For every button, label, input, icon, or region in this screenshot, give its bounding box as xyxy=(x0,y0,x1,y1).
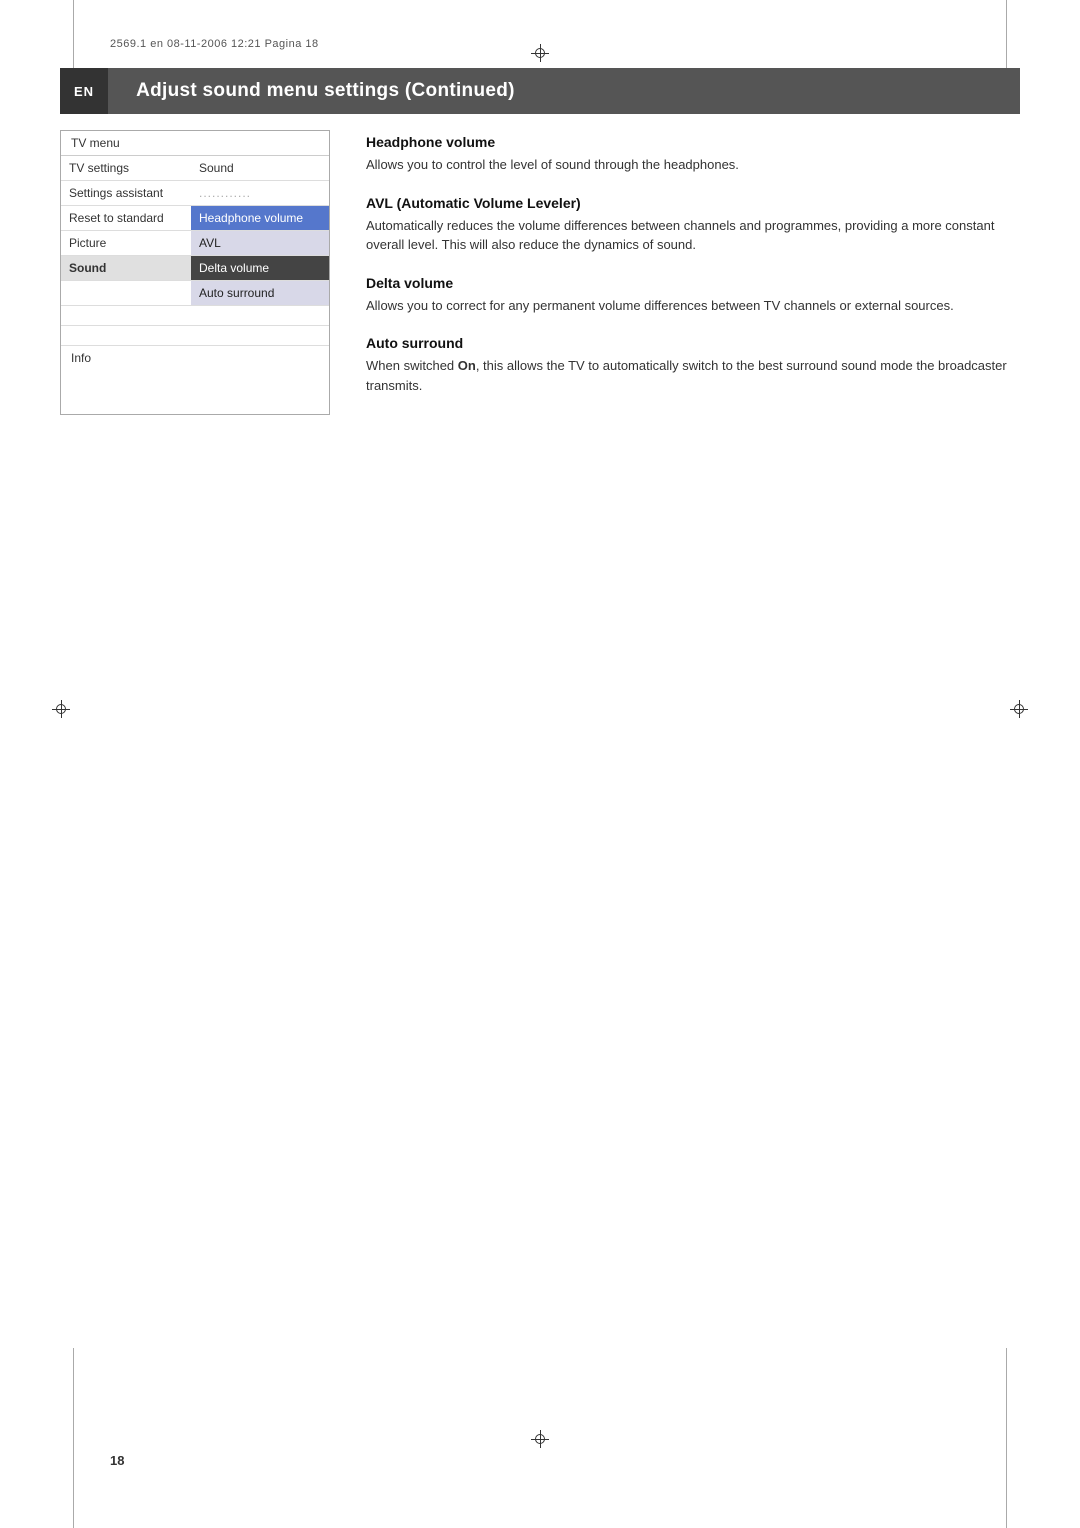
crosshair-right xyxy=(1010,700,1028,718)
descriptions-panel: Headphone volume Allows you to control t… xyxy=(366,130,1020,415)
menu-item-delta-volume[interactable]: Delta volume xyxy=(191,256,329,280)
desc-avl: AVL (Automatic Volume Leveler) Automatic… xyxy=(366,195,1020,255)
menu-item-tv-settings[interactable]: TV settings xyxy=(61,156,191,180)
crosshair-left xyxy=(52,700,70,718)
menu-row: Sound Delta volume xyxy=(61,256,329,281)
menu-item-dots: ............ xyxy=(191,181,329,205)
page-title: Adjust sound menu settings (Continued) xyxy=(136,80,515,102)
vline-right-bottom xyxy=(1006,1348,1007,1528)
menu-item-headphone-volume[interactable]: Headphone volume xyxy=(191,206,329,230)
menu-item-avl[interactable]: AVL xyxy=(191,231,329,255)
main-content: TV menu TV settings Sound Settings assis… xyxy=(60,130,1020,415)
desc-headphone-volume: Headphone volume Allows you to control t… xyxy=(366,134,1020,175)
menu-row: Picture AVL xyxy=(61,231,329,256)
menu-item-sound[interactable]: Sound xyxy=(191,156,329,180)
desc-text-auto-surround: When switched On, this allows the TV to … xyxy=(366,356,1020,395)
menu-item-auto-surround[interactable]: Auto surround xyxy=(191,281,329,305)
desc-text-avl: Automatically reduces the volume differe… xyxy=(366,216,1020,255)
vline-right-top xyxy=(1006,0,1007,68)
menu-item-settings-assistant[interactable]: Settings assistant xyxy=(61,181,191,205)
menu-info-row: Info xyxy=(61,346,329,370)
menu-item-reset[interactable]: Reset to standard xyxy=(61,206,191,230)
language-badge: EN xyxy=(60,68,108,114)
vline-left-bottom xyxy=(73,1348,74,1528)
desc-title-delta: Delta volume xyxy=(366,275,1020,291)
menu-item-sound-selected[interactable]: Sound xyxy=(61,256,191,280)
tv-menu-title: TV menu xyxy=(61,131,329,156)
desc-auto-surround: Auto surround When switched On, this all… xyxy=(366,335,1020,395)
desc-title-headphone: Headphone volume xyxy=(366,134,1020,150)
page-meta: 2569.1 en 08-11-2006 12:21 Pagina 18 xyxy=(110,38,319,50)
desc-text-headphone: Allows you to control the level of sound… xyxy=(366,155,1020,175)
desc-title-auto-surround: Auto surround xyxy=(366,335,1020,351)
desc-title-avl: AVL (Automatic Volume Leveler) xyxy=(366,195,1020,211)
menu-row: Reset to standard Headphone volume xyxy=(61,206,329,231)
menu-row: TV settings Sound xyxy=(61,156,329,181)
menu-row-empty xyxy=(61,326,329,346)
menu-item-picture[interactable]: Picture xyxy=(61,231,191,255)
tv-menu-panel: TV menu TV settings Sound Settings assis… xyxy=(60,130,330,415)
menu-item-empty1 xyxy=(61,281,191,305)
vline-left-top xyxy=(73,0,74,68)
menu-row: Auto surround xyxy=(61,281,329,306)
crosshair-top xyxy=(531,44,549,62)
page-number: 18 xyxy=(110,1453,124,1468)
menu-row: Settings assistant ............ xyxy=(61,181,329,206)
desc-text-delta: Allows you to correct for any permanent … xyxy=(366,296,1020,316)
menu-row-empty xyxy=(61,306,329,326)
header-bar: EN Adjust sound menu settings (Continued… xyxy=(60,68,1020,114)
crosshair-bottom xyxy=(531,1430,549,1448)
desc-delta-volume: Delta volume Allows you to correct for a… xyxy=(366,275,1020,316)
